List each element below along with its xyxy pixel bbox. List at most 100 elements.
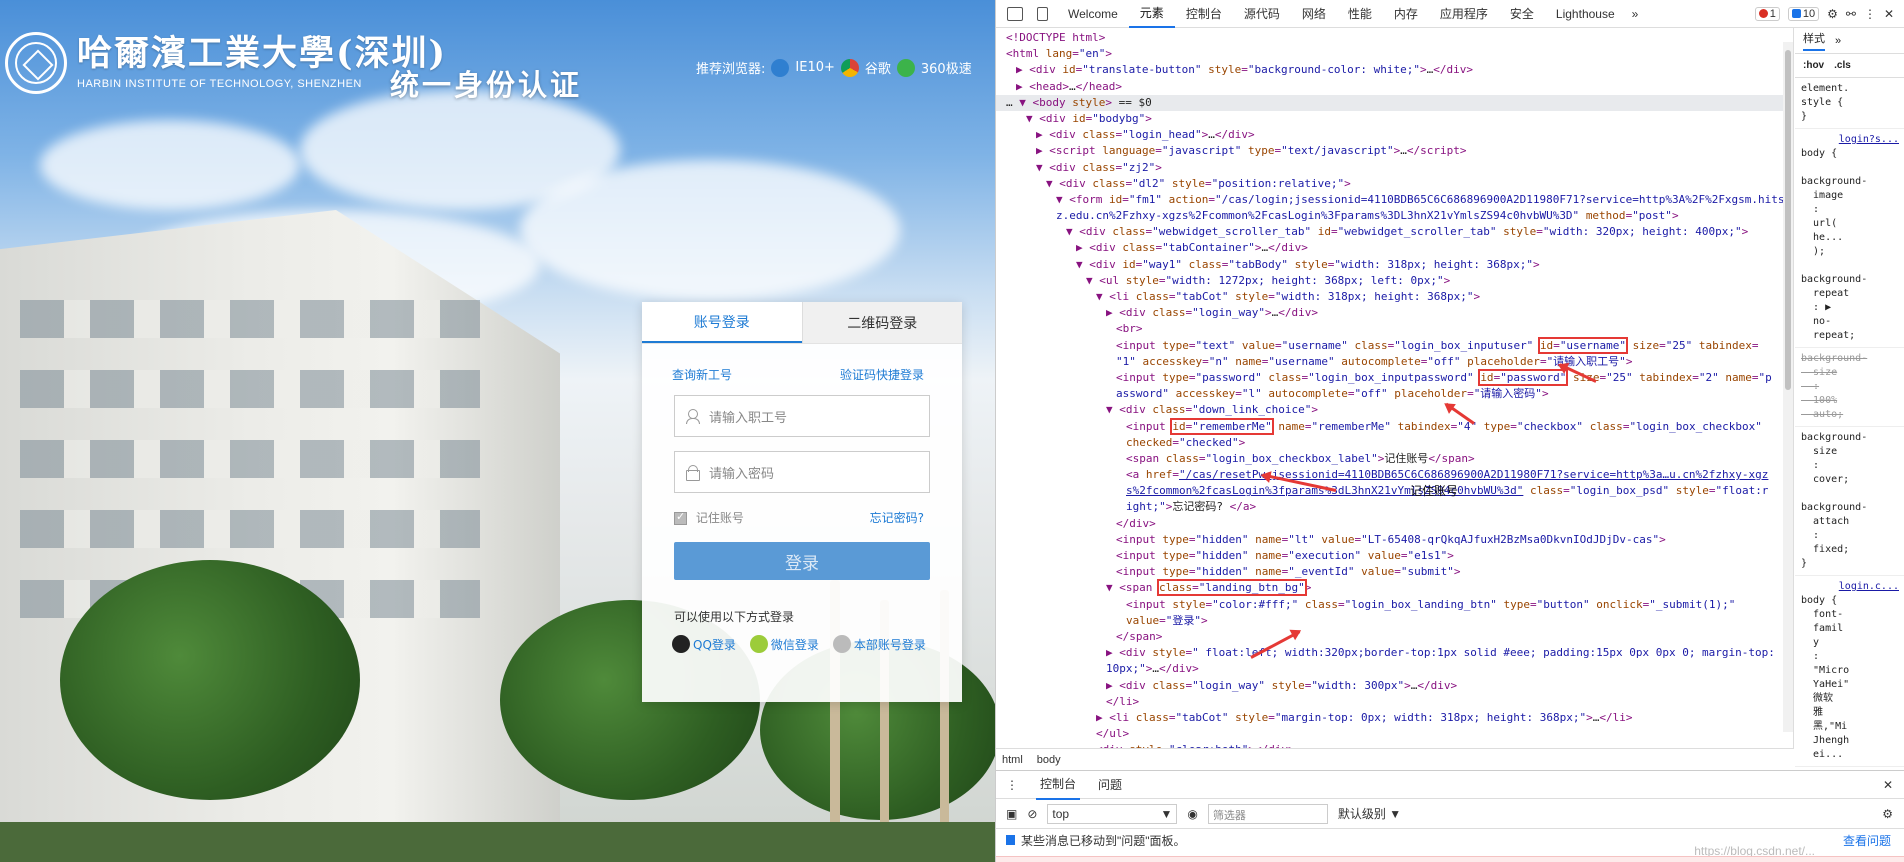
dom-node-line[interactable]: <input type="password" class="login_box_…	[996, 368, 1793, 386]
username-input[interactable]: 请输入职工号	[674, 395, 930, 437]
dom-node-line[interactable]: "1" accesskey="n" name="username" autoco…	[996, 354, 1793, 370]
password-input[interactable]: 请输入密码	[674, 451, 930, 493]
class-toggle[interactable]: .cls	[1834, 60, 1851, 71]
style-rule-source-link[interactable]: login?s...	[1801, 133, 1899, 147]
dom-node-line[interactable]: </ul>	[996, 726, 1793, 742]
wechat-login-link[interactable]: 微信登录	[749, 635, 819, 653]
remember-account[interactable]: 记住账号	[674, 509, 744, 526]
dom-node-line[interactable]: <input type="hidden" name="execution" va…	[996, 548, 1793, 564]
login-button[interactable]: 登录	[674, 542, 930, 580]
close-drawer-icon[interactable]: ✕	[1883, 778, 1893, 792]
dom-node-line[interactable]: … ▼ <body style> == $0	[996, 94, 1793, 111]
hover-state-toggle[interactable]: :hov	[1803, 60, 1824, 71]
view-issues-button[interactable]: 查看问题	[1843, 832, 1891, 849]
dom-node-line[interactable]: value="登录">	[996, 613, 1793, 629]
dom-node-line[interactable]: ▶ <li class="tabCot" style="margin-top: …	[996, 710, 1793, 726]
dom-node-line[interactable]: ▼ <div id="bodybg">	[996, 111, 1793, 127]
more-tabs-icon[interactable]: »	[1626, 7, 1645, 21]
dom-node-line[interactable]: ▼ <ul style="width: 1272px; height: 368p…	[996, 273, 1793, 289]
dom-node-line[interactable]: ▶ <div class="login_way">…</div>	[996, 305, 1793, 321]
dom-node-line[interactable]: </li>	[996, 694, 1793, 710]
dom-node-line[interactable]: ▼ <div class="webwidget_scroller_tab" id…	[996, 224, 1793, 240]
tab-account-login[interactable]: 账号登录	[642, 302, 802, 343]
styles-more-tabs[interactable]: »	[1835, 35, 1841, 47]
dom-node-line[interactable]: ▶ <div style=" float:left; width:320px;b…	[996, 645, 1793, 661]
tab-memory[interactable]: 内存	[1383, 0, 1429, 28]
dom-node-line[interactable]: <input type="hidden" name="_eventId" val…	[996, 564, 1793, 580]
dom-node-line[interactable]: ▼ <span class="landing_btn_bg">	[996, 579, 1793, 597]
browser-chrome[interactable]: 谷歌	[865, 58, 891, 77]
dom-node-line[interactable]: <input type="hidden" name="lt" value="LT…	[996, 532, 1793, 548]
dom-node-line[interactable]: ▼ <li class="tabCot" style="width: 318px…	[996, 289, 1793, 305]
remember-checkbox[interactable]	[674, 510, 687, 525]
elements-scrollbar[interactable]	[1783, 42, 1793, 732]
dom-node-line[interactable]: z.edu.cn%2Fzhxy-xgzs%2Fcommon%2FcasLogin…	[996, 208, 1793, 224]
dom-node-line[interactable]: <input style="color:#fff;" class="login_…	[996, 597, 1793, 613]
style-rule-source-link[interactable]: login.c...	[1801, 580, 1899, 594]
hit-account-login-link[interactable]: 本部账号登录	[832, 635, 926, 653]
tab-elements[interactable]: 元素	[1128, 0, 1175, 28]
query-new-id-link[interactable]: 查询新工号	[672, 366, 732, 383]
dom-node-line[interactable]: s%2fcommon%2fcasLogin%3fparams%3dL3hnX21…	[996, 483, 1793, 499]
dom-node-line[interactable]: ight;">忘记密码? </a>	[996, 499, 1793, 515]
sms-login-link[interactable]: 验证码快捷登录	[840, 366, 924, 383]
dom-node-line[interactable]: <input id="rememberMe" name="rememberMe"…	[996, 417, 1793, 435]
sidebar-toggle-icon[interactable]: ▣	[1006, 807, 1017, 821]
more-options-icon[interactable]: ⋮	[1864, 7, 1876, 21]
log-level-select[interactable]: 默认级别 ▼	[1338, 805, 1401, 822]
dom-node-line[interactable]: ▼ <div class="dl2" style="position:relat…	[996, 176, 1793, 192]
dom-node-line[interactable]: checked="checked">	[996, 435, 1793, 451]
tab-welcome[interactable]: Welcome	[1057, 0, 1129, 28]
dom-node-line[interactable]: <br>	[996, 321, 1793, 337]
dom-node-line[interactable]: </span>	[996, 629, 1793, 645]
dom-node-line[interactable]: ▼ <div class="zj2">	[996, 160, 1793, 176]
scrollbar-thumb[interactable]	[1785, 50, 1791, 390]
dom-node-line[interactable]: <!DOCTYPE html>	[996, 30, 1793, 46]
dom-node-line[interactable]: <html lang="en">	[996, 46, 1793, 62]
clear-console-icon[interactable]: ⊘	[1027, 807, 1037, 821]
tab-performance[interactable]: 性能	[1337, 0, 1383, 28]
dom-node-line[interactable]: ▶ <div class="tabContainer">…</div>	[996, 240, 1793, 256]
dom-node-line[interactable]: ▶ <div class="login_head">…</div>	[996, 127, 1793, 143]
breadcrumb-html[interactable]: html	[1002, 754, 1023, 766]
tab-styles[interactable]: 样式	[1803, 30, 1825, 51]
close-devtools-icon[interactable]: ✕	[1884, 7, 1894, 21]
browser-360[interactable]: 360极速	[921, 58, 972, 77]
dom-node-line[interactable]: <input type="text" value="username" clas…	[996, 336, 1793, 354]
tab-application[interactable]: 应用程序	[1429, 0, 1499, 28]
message-count-badge[interactable]: 10	[1787, 6, 1820, 21]
device-toolbar-icon[interactable]	[1037, 6, 1048, 21]
drawer-menu-icon[interactable]: ⋮	[1006, 778, 1018, 792]
dom-node-line[interactable]: <span class="login_box_checkbox_label">记…	[996, 451, 1793, 467]
console-filter-input[interactable]: 筛选器	[1207, 803, 1328, 824]
dom-node-line[interactable]: ▼ <div id="way1" class="tabBody" style="…	[996, 257, 1793, 273]
dom-node-line[interactable]: ▶ <script language="javascript" type="te…	[996, 143, 1793, 159]
dom-node-line[interactable]: assword" accesskey="l" autocomplete="off…	[996, 386, 1793, 402]
drawer-tab-console[interactable]: 控制台	[1036, 769, 1081, 800]
error-count-badge[interactable]: 1	[1754, 6, 1780, 21]
dom-node-line[interactable]: ▼ <form id="fm1" action="/cas/login;jses…	[996, 192, 1793, 208]
breadcrumb-body[interactable]: body	[1037, 754, 1061, 766]
context-select[interactable]: top ▼	[1047, 803, 1178, 824]
drawer-tab-issues[interactable]: 问题	[1098, 776, 1122, 793]
forgot-password-link[interactable]: 忘记密码?	[870, 509, 924, 526]
dom-node-line[interactable]: ▼ <div class="down_link_choice">	[996, 402, 1793, 418]
dom-node-line[interactable]: <a href="/cas/resetPw;jsessionid=4110BDB…	[996, 467, 1793, 483]
console-settings-gear-icon[interactable]: ⚙	[1882, 807, 1893, 821]
dom-node-line[interactable]: 10px;">…</div>	[996, 661, 1793, 677]
tab-qrcode-login[interactable]: 二维码登录	[801, 302, 962, 343]
tab-sources[interactable]: 源代码	[1233, 0, 1291, 28]
browser-ie[interactable]: IE10+	[795, 60, 834, 75]
dom-node-line[interactable]: </div>	[996, 516, 1793, 532]
tab-lighthouse[interactable]: Lighthouse	[1545, 0, 1626, 28]
tab-network[interactable]: 网络	[1291, 0, 1337, 28]
dom-node-line[interactable]: ▶ <div class="login_way" style="width: 3…	[996, 678, 1793, 694]
connection-icon[interactable]: ⚯	[1846, 7, 1856, 21]
settings-gear-icon[interactable]: ⚙	[1827, 7, 1838, 21]
tab-console[interactable]: 控制台	[1175, 0, 1233, 28]
qq-login-link[interactable]: QQ登录	[672, 635, 736, 653]
live-expression-eye-icon[interactable]: ◉	[1187, 807, 1197, 821]
dom-node-line[interactable]: ▶ <head>…</head>	[996, 79, 1793, 95]
tab-security[interactable]: 安全	[1499, 0, 1545, 28]
dom-node-line[interactable]: ▶ <div id="translate-button" style="back…	[996, 62, 1793, 78]
